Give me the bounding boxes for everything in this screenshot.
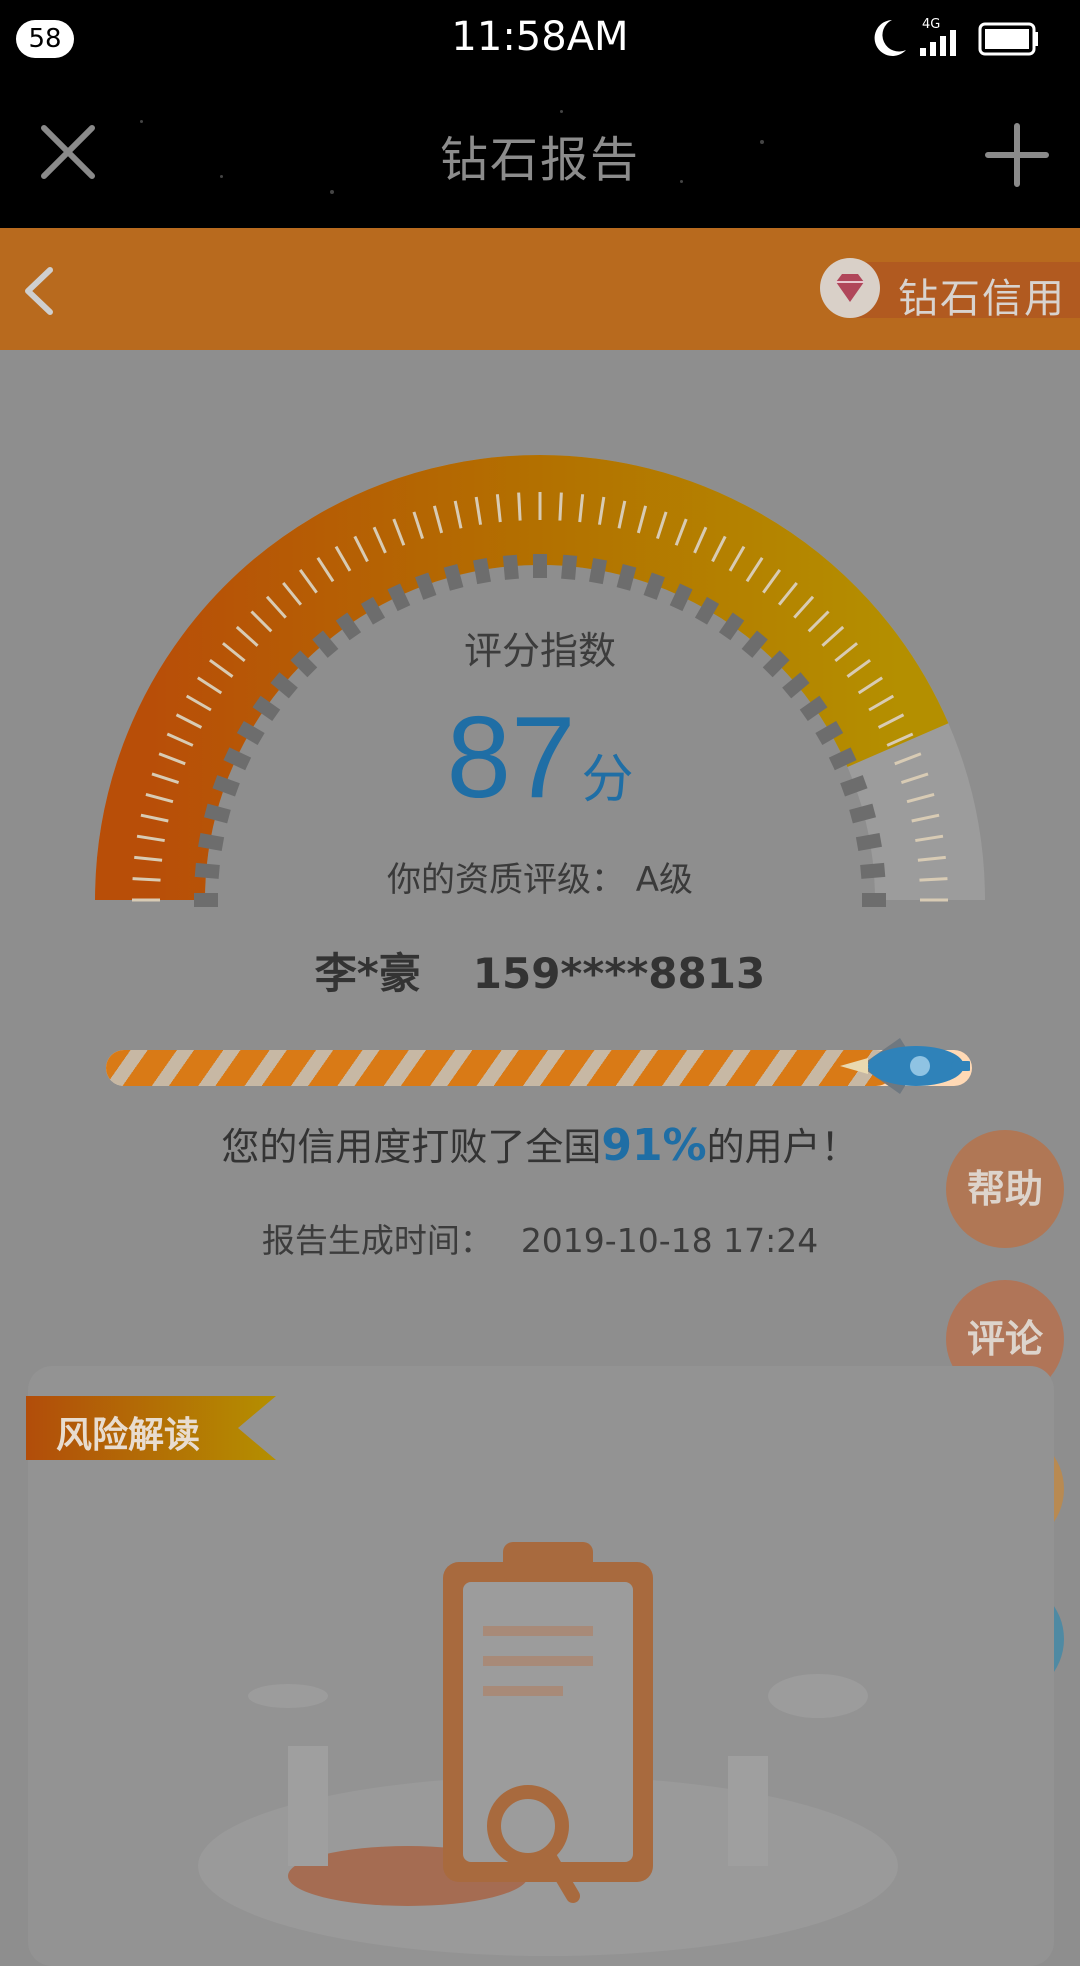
score-unit: 分: [581, 750, 634, 810]
network-label: 4G: [922, 17, 940, 32]
report-time-label: 报告生成时间：: [261, 1221, 493, 1260]
report-time: 报告生成时间： 2019-10-18 17:24: [0, 1214, 1080, 1262]
signal-icon: 4G: [920, 17, 956, 56]
gauge-inner-tick: [387, 583, 411, 612]
grade-text: 你的资质评级： A级: [386, 860, 694, 900]
brand-pill[interactable]: 钻石信用: [820, 258, 1080, 322]
moon-icon: [874, 20, 906, 56]
user-info: 李*豪 159****8813: [0, 940, 1080, 1001]
gauge-outer-tick: [517, 492, 522, 521]
score-display: 87 分: [0, 690, 1080, 824]
gauge-inner-tick: [669, 583, 693, 612]
gauge-inner-tick: [473, 558, 491, 585]
diamond-logo-icon: [820, 258, 880, 318]
brand-name: 钻石信用: [898, 276, 1066, 322]
report-illustration: [198, 1542, 898, 1956]
battery-icon: [978, 22, 1038, 56]
gauge-inner-tick: [643, 572, 665, 600]
title-bar: 钻石报告: [0, 80, 1080, 228]
beat-percent: 91%: [601, 1120, 707, 1171]
beat-text: 您的信用度打败了全国91%的用户！: [0, 1116, 1080, 1171]
page-title: 钻石报告: [439, 132, 640, 188]
risk-card-title: 风险解读: [56, 1415, 201, 1456]
status-icons: 4G: [874, 17, 1038, 56]
user-phone: 159****8813: [472, 949, 766, 998]
status-bar: 58 11:58AM 4G: [0, 0, 1080, 80]
beat-suffix: 的用户！: [706, 1125, 859, 1169]
gauge-inner-tick: [415, 572, 437, 600]
plus-icon[interactable]: [984, 122, 1050, 188]
beat-prefix: 您的信用度打败了全国: [221, 1125, 602, 1169]
rocket-icon: [840, 1038, 970, 1094]
gauge-outer-tick: [558, 492, 563, 521]
back-chevron-icon[interactable]: [18, 264, 58, 318]
gauge-inner-tick: [198, 833, 225, 851]
progress-fill: [106, 1050, 895, 1086]
gauge-inner-tick: [561, 554, 578, 580]
score-value: 87: [446, 692, 576, 822]
gauge-label: 评分指数: [463, 629, 616, 673]
gauge-inner-tick: [855, 833, 882, 851]
gauge-inner-tick: [616, 563, 637, 591]
user-name: 李*豪: [314, 949, 421, 998]
risk-card: 风险解读: [26, 1366, 1054, 1966]
help-button[interactable]: 帮助: [946, 1130, 1064, 1248]
report-time-value: 2019-10-18 17:24: [520, 1221, 819, 1260]
sub-header: 钻石信用: [0, 228, 1080, 350]
gauge-inner-tick: [443, 563, 464, 591]
gauge-inner-tick: [589, 558, 607, 585]
gauge-inner-tick: [502, 554, 519, 580]
